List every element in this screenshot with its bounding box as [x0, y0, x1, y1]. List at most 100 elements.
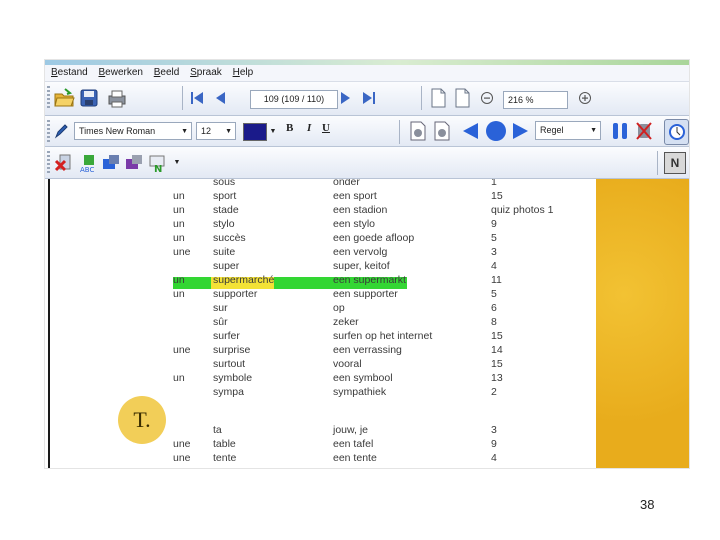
rewind-icon[interactable] [459, 120, 481, 142]
reference-cell: 3 [491, 246, 497, 258]
underline-button[interactable]: U [322, 122, 330, 134]
menu-beeld[interactable]: Beeld [154, 65, 180, 81]
font-name-select[interactable]: Times New Roman ▼ [74, 122, 192, 140]
vocab-row: un stylo een stylo 9 [45, 217, 596, 231]
vocab-row: un supporter een supporter 5 [45, 287, 596, 301]
single-page-icon[interactable] [429, 88, 447, 108]
delete-annotation-icon[interactable] [54, 153, 74, 173]
save-disk-icon[interactable] [78, 87, 100, 109]
read-mode-value: Regel [540, 125, 564, 135]
image-annotation-icon[interactable] [101, 153, 121, 173]
slide-number: 38 [640, 497, 655, 512]
font-name-value: Times New Roman [79, 126, 156, 136]
reference-cell: quiz photos 1 [491, 204, 554, 216]
toolbar-grip[interactable] [47, 151, 50, 173]
dutch-translation-cell: sympathiek [333, 386, 387, 398]
reference-cell: 11 [491, 274, 502, 286]
french-word-cell: ta [213, 424, 222, 436]
menu-bestand[interactable]: Bestand [51, 65, 88, 81]
article-cell: un [173, 218, 185, 230]
font-color-swatch[interactable] [243, 123, 267, 141]
svg-text:N: N [154, 164, 162, 173]
n-badge-button[interactable]: N [664, 152, 686, 174]
formatting-toolbar: Times New Roman ▼ 12 ▼ ▼ B I U Regel ▼ [45, 116, 689, 147]
dutch-translation-cell: een verrassing [333, 344, 402, 356]
pause-icon[interactable] [610, 120, 630, 142]
toolbar-separator [421, 86, 422, 110]
article-cell: un [173, 204, 185, 216]
article-cell: un [173, 288, 185, 300]
reader-app-window: Bestand Bewerken Beeld Spraak Help 109 (… [45, 60, 689, 468]
next-page-icon[interactable] [337, 90, 353, 106]
forward-icon[interactable] [510, 120, 532, 142]
vocab-row: un supermarché een supermarkt 11 [45, 273, 596, 287]
zoom-in-icon[interactable] [577, 90, 593, 106]
chevron-down-icon[interactable]: ▼ [590, 122, 597, 139]
play-stop-circle-icon[interactable] [484, 119, 508, 143]
dutch-translation-cell: een symbool [333, 372, 393, 384]
menu-spraak[interactable]: Spraak [190, 65, 222, 81]
french-word-cell: sûr [213, 316, 228, 328]
reference-cell: 15 [491, 190, 503, 202]
vocab-row: surfer surfen op het internet 15 [45, 329, 596, 343]
zoom-level-field[interactable]: 216 % ▼ [503, 91, 568, 109]
bold-button[interactable]: B [286, 122, 293, 134]
french-word-cell: surprise [213, 344, 251, 356]
french-word-cell: surtout [213, 358, 246, 370]
reference-cell: 1 [491, 179, 497, 188]
reference-cell: 15 [491, 358, 503, 370]
toolbar-separator [657, 151, 658, 175]
first-page-icon[interactable] [189, 90, 205, 106]
dutch-translation-cell: jouw, je [333, 424, 369, 436]
french-word-cell: supermarché [213, 274, 275, 286]
pen-icon[interactable] [54, 123, 68, 139]
french-word-cell: suite [213, 246, 236, 258]
menu-bar: Bestand Bewerken Beeld Spraak Help [45, 65, 689, 82]
vocab-row: sympa sympathiek 2 [45, 385, 596, 399]
reference-cell: 15 [491, 330, 503, 342]
dutch-translation-cell: surfen op het internet [333, 330, 433, 342]
open-folder-icon[interactable] [53, 87, 75, 109]
dutch-translation-cell: een supermarkt [333, 274, 406, 286]
french-word-cell: succès [213, 232, 246, 244]
reference-cell: 14 [491, 344, 503, 356]
article-cell: une [173, 452, 191, 464]
menu-help[interactable]: Help [233, 65, 254, 81]
dutch-translation-cell: onder [333, 179, 360, 188]
stop-speaking-icon[interactable] [634, 120, 654, 142]
article-cell: une [173, 344, 191, 356]
highlight-annotation-icon[interactable] [124, 153, 144, 173]
reference-cell: 4 [491, 452, 497, 464]
chevron-down-icon[interactable]: ▼ [268, 125, 278, 137]
font-size-select[interactable]: 12 ▼ [196, 122, 236, 140]
page-width-icon[interactable] [453, 88, 471, 108]
chevron-down-icon[interactable]: ▼ [172, 157, 182, 167]
font-size-value: 12 [201, 126, 212, 136]
speak-document-icon[interactable] [407, 120, 429, 142]
speak-selection-icon[interactable] [431, 120, 453, 142]
italic-button[interactable]: I [307, 122, 311, 134]
note-annotation-icon[interactable]: N [148, 153, 168, 173]
vocab-row: surtout vooral 15 [45, 357, 596, 371]
article-cell: un [173, 372, 185, 384]
chevron-down-icon[interactable]: ▼ [181, 123, 188, 140]
vocab-row: sous onder 1 [45, 179, 596, 189]
print-icon[interactable] [106, 87, 128, 109]
zoom-out-icon[interactable] [479, 90, 495, 106]
read-mode-select[interactable]: Regel ▼ [535, 121, 601, 140]
toolbar-grip[interactable] [47, 120, 50, 142]
spellcheck-abc-icon[interactable]: ABC [78, 153, 98, 173]
reference-cell: 13 [491, 372, 503, 384]
previous-page-icon[interactable] [213, 90, 229, 106]
menu-bewerken[interactable]: Bewerken [98, 65, 142, 81]
toolbar-grip[interactable] [47, 86, 50, 108]
settings-clock-icon[interactable] [664, 119, 689, 145]
dutch-translation-cell: op [333, 302, 345, 314]
french-word-cell: supporter [213, 288, 258, 300]
french-word-cell: sur [213, 302, 228, 314]
last-page-icon[interactable] [361, 90, 377, 106]
reference-cell: 3 [491, 424, 497, 436]
french-word-cell: super [213, 260, 240, 272]
chevron-down-icon[interactable]: ▼ [225, 123, 232, 140]
page-number-field[interactable]: 109 (109 / 110) [250, 90, 338, 109]
